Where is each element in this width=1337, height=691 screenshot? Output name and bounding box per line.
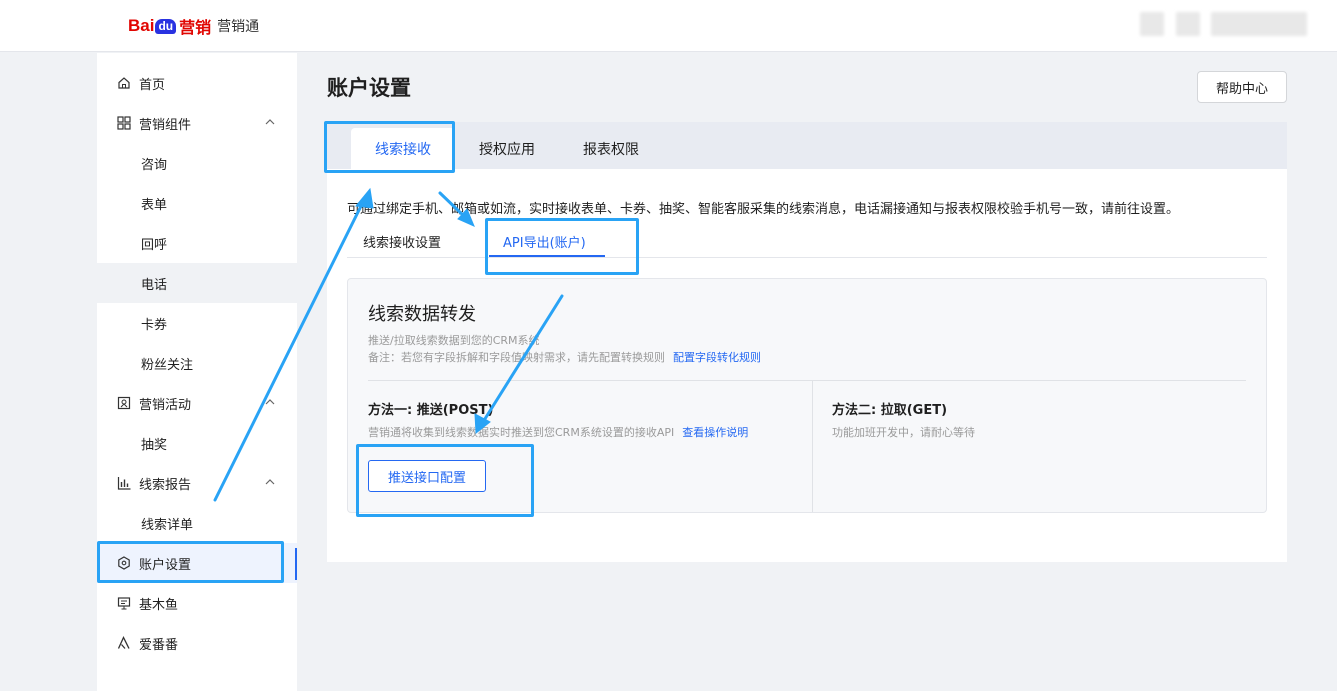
sidebar-item-lottery[interactable]: 抽奖 [97, 423, 297, 463]
monitor-icon [117, 596, 131, 610]
sidebar-item-home[interactable]: 首页 [97, 63, 297, 103]
user-account-blurred[interactable] [1176, 12, 1200, 36]
sidebar-item-label: 线索详单 [141, 517, 194, 533]
grid-icon [117, 116, 131, 130]
annotation-box-tab [324, 121, 455, 173]
sidebar-item-coupon[interactable]: 卡券 [97, 303, 297, 343]
home-icon [117, 76, 131, 90]
activity-icon [117, 396, 131, 410]
product-name: 营销通 [217, 19, 260, 35]
sidebar-item-label: 首页 [139, 77, 166, 93]
aifanfan-icon [117, 636, 131, 650]
sidebar-item-label: 抽奖 [141, 437, 168, 453]
logo-yingxiao: 营销 [179, 18, 212, 37]
method2-description: 功能加班开发中，请耐心等待 [832, 426, 975, 439]
sidebar-item-consult[interactable]: 咨询 [97, 143, 297, 183]
sidebar-item-aifanfan[interactable]: 爱番番 [97, 623, 297, 663]
sidebar-item-label: 线索报告 [139, 477, 192, 493]
baidu-yingxiaotong-logo[interactable]: Bai du 营销 营销通 [128, 8, 259, 44]
sidebar-item-label: 粉丝关注 [141, 357, 194, 373]
sidebar-item-marketing-components[interactable]: 营销组件 [97, 103, 297, 143]
logo-bai: Bai [128, 16, 155, 35]
bar-chart-icon [117, 476, 131, 490]
subtab-lead-receive-settings[interactable]: 线索接收设置 [363, 232, 441, 251]
sidebar-item-label: 营销活动 [139, 397, 192, 413]
method1-description: 营销通将收集到线索数据实时推送到您CRM系统设置的接收API 查看操作说明 [368, 424, 748, 440]
sidebar-item-phone[interactable]: 电话 [97, 263, 297, 303]
panel-note-text: 备注：若您有字段拆解和字段值映射需求，请先配置转换规则 [368, 351, 665, 364]
sidebar-item-label: 电话 [141, 277, 168, 293]
sidebar-item-marketing-activity[interactable]: 营销活动 [97, 383, 297, 423]
page-title: 账户设置 [327, 76, 411, 100]
sidebar-item-jimuyu[interactable]: 基木鱼 [97, 583, 297, 623]
method1-title: 方法一: 推送(POST) [368, 403, 494, 418]
sidebar: 首页 营销组件 咨询 表单 回呼 电话 卡券 粉丝关注 营销活动 抽奖 线索报告… [97, 53, 297, 691]
chevron-up-icon [265, 479, 275, 485]
sidebar-item-form[interactable]: 表单 [97, 183, 297, 223]
panel-title: 线索数据转发 [368, 304, 476, 325]
help-center-button[interactable]: 帮助中心 [1197, 71, 1287, 103]
sidebar-item-lead-report[interactable]: 线索报告 [97, 463, 297, 503]
sidebar-item-label: 表单 [141, 197, 168, 213]
sidebar-item-lead-detail[interactable]: 线索详单 [97, 503, 297, 543]
sidebar-item-follow[interactable]: 粉丝关注 [97, 343, 297, 383]
tab-bar: 线索接收 授权应用 报表权限 [327, 122, 1287, 169]
panel-description: 推送/拉取线索数据到您的CRM系统 [368, 334, 540, 347]
sidebar-item-label: 回呼 [141, 237, 168, 253]
sidebar-item-label: 基木鱼 [139, 597, 179, 613]
method1-desc-text: 营销通将收集到线索数据实时推送到您CRM系统设置的接收API [368, 426, 675, 439]
panel-note: 备注：若您有字段拆解和字段值映射需求，请先配置转换规则 配置字段转化规则 [368, 349, 761, 365]
method-divider [812, 381, 813, 512]
logo-du: du [155, 18, 177, 34]
sidebar-item-label: 爱番番 [139, 637, 179, 653]
chevron-up-icon [265, 399, 275, 405]
sidebar-item-label: 咨询 [141, 157, 168, 173]
sidebar-item-callback[interactable]: 回呼 [97, 223, 297, 263]
sidebar-item-label: 卡券 [141, 317, 168, 333]
annotation-box-subtab [485, 218, 639, 275]
user-name-blurred[interactable] [1211, 12, 1307, 36]
user-avatar-blurred[interactable] [1140, 12, 1164, 36]
method2-title: 方法二: 拉取(GET) [832, 403, 948, 418]
notice-text: 可通过绑定手机、邮箱或如流，实时接收表单、卡券、抽奖、智能客服采集的线索消息，电… [347, 202, 1180, 217]
top-bar: Bai du 营销 营销通 [0, 0, 1337, 52]
tab-report-permission[interactable]: 报表权限 [559, 128, 663, 169]
panel-divider [368, 380, 1246, 381]
annotation-box-button [356, 444, 534, 517]
sidebar-item-label: 营销组件 [139, 117, 192, 133]
view-instructions-link[interactable]: 查看操作说明 [682, 426, 748, 439]
chevron-up-icon [265, 119, 275, 125]
annotation-box-sidebar [97, 541, 284, 583]
sidebar-active-indicator [295, 548, 297, 580]
field-rule-link[interactable]: 配置字段转化规则 [673, 351, 761, 364]
tab-authorized-apps[interactable]: 授权应用 [455, 128, 559, 169]
